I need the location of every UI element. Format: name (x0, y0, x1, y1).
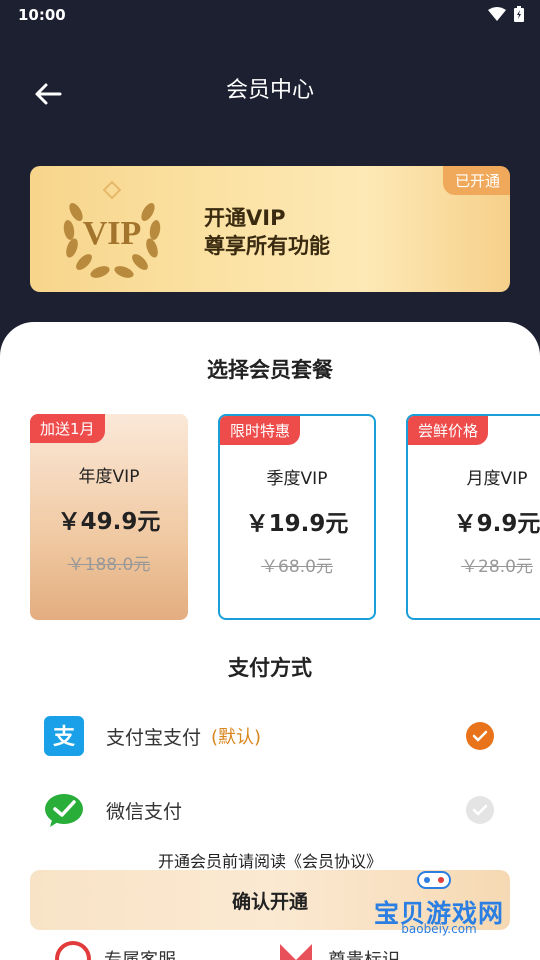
watermark-url: baobeiy.com (401, 922, 477, 936)
site-watermark: 宝贝游戏网 baobeiy.com (364, 866, 514, 940)
wifi-icon (488, 7, 506, 21)
plan-card-monthly[interactable]: 尝鲜价格 月度VIP ￥9.9元 ￥28.0元 (406, 414, 540, 620)
plan-tag: 加送1月 (30, 414, 105, 443)
plan-price: ￥19.9元 (245, 511, 349, 537)
status-bar: 10:00 (0, 0, 540, 30)
banner-subtitle: 尊享所有功能 (204, 234, 330, 258)
checked-icon[interactable] (466, 722, 494, 750)
vip-banner: VIP 开通VIP 尊享所有功能 已开通 (30, 166, 510, 292)
vip-emblem-text: VIP (83, 215, 142, 252)
payment-label: 微信支付 (106, 800, 183, 823)
payment-default-note: (默认) (211, 727, 262, 748)
payment-option-wechat[interactable]: 微信支付 (44, 788, 504, 832)
top-bar: 会员中心 (0, 58, 540, 118)
payment-label: 支付宝支付 (106, 726, 202, 749)
feature-service: 专属客服 (54, 940, 176, 960)
alipay-icon: 支 (44, 716, 84, 756)
plans-section-title: 选择会员套餐 (207, 358, 333, 382)
plan-tag: 尝鲜价格 (408, 416, 489, 445)
payment-section-title: 支付方式 (228, 656, 312, 680)
plan-price: ￥9.9元 (453, 511, 540, 537)
plan-tag: 限时特惠 (220, 416, 301, 445)
plan-name: 季度VIP (266, 469, 328, 489)
svg-text:支: 支 (53, 725, 76, 749)
gamepad-icon (417, 871, 451, 889)
feature-label: 专属客服 (104, 946, 176, 960)
plan-original-price: ￥28.0元 (461, 557, 533, 577)
plan-price: ￥49.9元 (57, 509, 161, 535)
status-badge: 已开通 (442, 166, 510, 195)
banner-title: 开通VIP (204, 206, 286, 230)
feature-label: 尊贵标识 (328, 946, 400, 960)
vip-laurel-icon: VIP (63, 180, 161, 278)
feature-badge: 尊贵标识 (276, 940, 400, 960)
plan-card-quarterly[interactable]: 限时特惠 季度VIP ￥19.9元 ￥68.0元 (218, 414, 376, 620)
unchecked-icon[interactable] (466, 796, 494, 824)
service-icon (55, 941, 91, 960)
battery-icon (514, 6, 524, 22)
plan-original-price: ￥188.0元 (67, 555, 151, 575)
plan-card-yearly[interactable]: 加送1月 年度VIP ￥49.9元 ￥188.0元 (30, 414, 188, 620)
wechat-icon (44, 790, 84, 830)
plan-name: 年度VIP (78, 467, 140, 487)
payment-option-alipay[interactable]: 支 支付宝支付 (默认) (44, 714, 504, 758)
plan-name: 月度VIP (466, 469, 528, 489)
badge-icon (280, 944, 312, 960)
page-title: 会员中心 (225, 78, 314, 103)
plan-original-price: ￥68.0元 (261, 557, 333, 577)
status-time: 10:00 (18, 6, 66, 24)
